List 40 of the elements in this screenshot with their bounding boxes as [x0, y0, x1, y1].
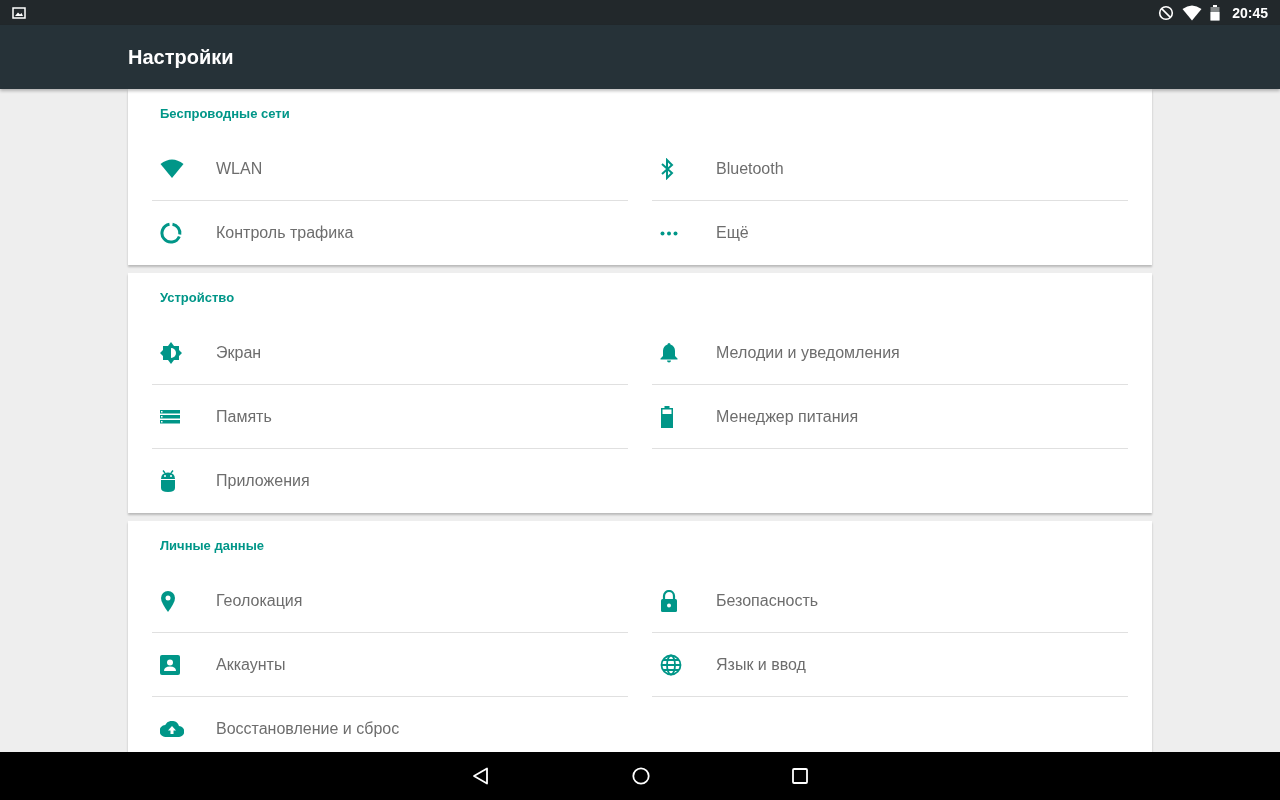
section-header: Личные данные [159, 536, 265, 555]
bell-icon [660, 342, 678, 363]
more-icon [660, 230, 678, 236]
settings-item[interactable]: Контроль трафика [152, 201, 628, 265]
do-not-disturb-icon [1158, 4, 1175, 21]
settings-item[interactable]: Мелодии и уведомления [652, 321, 1128, 385]
globe-icon [660, 653, 682, 676]
settings-item[interactable]: Безопасность [652, 569, 1128, 633]
ring-icon [160, 222, 182, 244]
cloud-upload-icon [160, 721, 184, 737]
storage-icon [160, 409, 180, 424]
android-icon [160, 470, 176, 492]
clock-time: 20:45 [1232, 4, 1268, 21]
settings-item[interactable]: Экран [152, 321, 628, 385]
settings-item[interactable]: Bluetooth [652, 137, 1128, 201]
settings-item[interactable]: Менеджер питания [652, 385, 1128, 449]
settings-item[interactable]: Аккаунты [152, 633, 628, 697]
section-header: Устройство [159, 288, 236, 307]
battery-status-icon [1210, 4, 1221, 21]
location-pin-icon [160, 589, 176, 612]
home-icon[interactable] [632, 767, 650, 785]
account-icon [160, 654, 180, 675]
brightness-icon [160, 341, 182, 364]
screen-title: Настройки [128, 45, 234, 69]
settings-item[interactable]: Ещё [652, 201, 1128, 265]
recents-icon[interactable] [792, 768, 808, 784]
bluetooth-icon [660, 157, 674, 180]
settings-item[interactable]: WLAN [152, 137, 628, 201]
back-icon[interactable] [472, 767, 490, 785]
image-icon [12, 5, 26, 20]
settings-item[interactable]: Геолокация [152, 569, 628, 633]
settings-item[interactable]: Память [152, 385, 628, 449]
lock-icon [660, 589, 678, 612]
settings-item[interactable]: Приложения [152, 449, 628, 513]
wifi-signal-icon [1182, 4, 1203, 21]
section-header: Беспроводные сети [159, 104, 291, 123]
wifi-icon [160, 158, 184, 179]
battery-icon [660, 405, 674, 428]
settings-item[interactable]: Восстановление и сброс [152, 697, 628, 752]
settings-item[interactable]: Язык и ввод [652, 633, 1128, 697]
